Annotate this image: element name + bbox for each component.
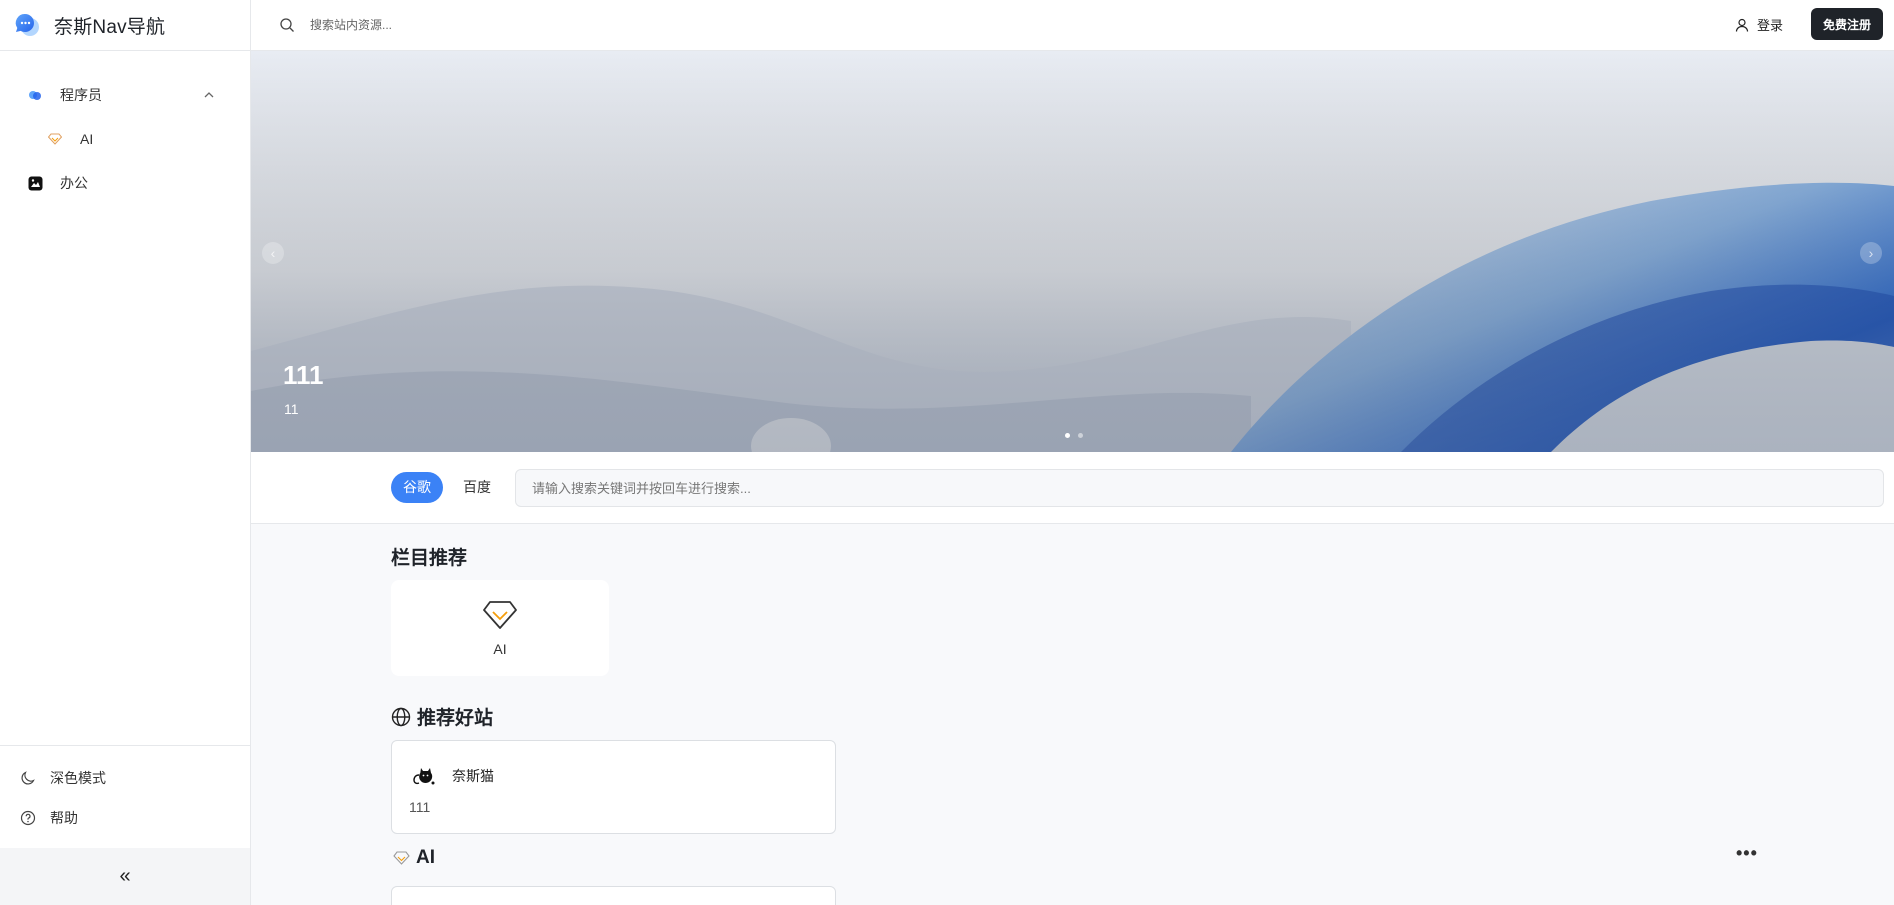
login-label: 登录: [1757, 18, 1784, 33]
site-description: 111: [409, 799, 431, 815]
site-name: 奈斯猫: [452, 768, 494, 784]
search-icon: [280, 18, 294, 32]
banner-image: [251, 51, 1894, 452]
engine-tab-google[interactable]: 谷歌: [391, 472, 443, 503]
section-title-columns: 栏目推荐: [391, 543, 467, 570]
help-circle-icon: [20, 810, 36, 826]
banner-title: 111: [283, 360, 324, 390]
banner-subtitle: 11: [284, 401, 299, 417]
category-card-ai[interactable]: AI: [391, 580, 609, 676]
cat-logo-icon: [413, 768, 435, 785]
site-card[interactable]: 奈斯猫 111: [391, 740, 836, 834]
more-options-button[interactable]: •••: [1736, 844, 1758, 862]
sidebar-item-label: AI: [80, 131, 94, 147]
carousel-dot[interactable]: [1065, 433, 1070, 438]
register-button[interactable]: 免费注册: [1811, 8, 1883, 40]
help-link[interactable]: 帮助: [0, 798, 250, 838]
site-search-input[interactable]: [310, 14, 710, 36]
section-title-ai: AI: [393, 847, 435, 869]
login-button[interactable]: 登录: [1735, 15, 1783, 34]
sidebar-item-label: 办公: [60, 175, 88, 191]
carousel-dot[interactable]: [1078, 433, 1083, 438]
sidebar-item-label: 程序员: [60, 87, 102, 103]
moon-icon: [21, 771, 35, 785]
sidebar-item-office[interactable]: 办公: [0, 161, 250, 205]
image-icon: [26, 174, 44, 192]
diamond-icon: [46, 130, 64, 148]
sidebar-item-programmer[interactable]: 程序员: [0, 73, 250, 117]
help-label: 帮助: [50, 810, 78, 826]
section-title-sites: 推荐好站: [391, 703, 493, 730]
sidebar-item-ai[interactable]: AI: [0, 117, 250, 161]
section-title-text: 推荐好站: [417, 708, 494, 729]
sidebar-footer: 深色模式 帮助 «: [0, 745, 250, 905]
diamond-icon: [483, 601, 517, 629]
site-card[interactable]: [391, 886, 836, 905]
brand[interactable]: 奈斯Nav导航: [0, 0, 250, 51]
banner-carousel[interactable]: ‹ › 111 11: [251, 51, 1894, 452]
sidebar-nav: 程序员 AI 办公: [0, 51, 250, 205]
carousel-dots: [1065, 433, 1083, 438]
double-chevron-left-icon: «: [119, 865, 131, 887]
diamond-icon: [393, 851, 410, 865]
user-icon: [1735, 18, 1749, 32]
sidebar: 奈斯Nav导航 程序员 AI 办公 深色模式 帮助 «: [0, 0, 251, 905]
sidebar-bottom-links: 深色模式 帮助: [0, 745, 250, 848]
dark-mode-label: 深色模式: [50, 770, 106, 786]
engine-search-input[interactable]: [515, 469, 1884, 507]
section-title-text: 栏目推荐: [391, 548, 468, 569]
carousel-next-button[interactable]: ›: [1860, 242, 1882, 264]
collapse-sidebar-button[interactable]: «: [0, 848, 250, 905]
dark-mode-toggle[interactable]: 深色模式: [0, 758, 250, 798]
chat-bubble-icon: [15, 13, 39, 36]
engine-search-bar: 谷歌 百度: [251, 452, 1894, 524]
cloud-icon: [26, 86, 44, 104]
top-bar: 登录 免费注册: [251, 0, 1894, 51]
brand-name: 奈斯Nav导航: [54, 16, 166, 38]
globe-icon: [391, 707, 411, 726]
section-title-text: AI: [416, 847, 435, 868]
engine-tab-baidu[interactable]: 百度: [451, 472, 503, 503]
category-card-label: AI: [493, 641, 507, 657]
chevron-up-icon[interactable]: [202, 88, 216, 102]
carousel-prev-button[interactable]: ‹: [262, 242, 284, 264]
